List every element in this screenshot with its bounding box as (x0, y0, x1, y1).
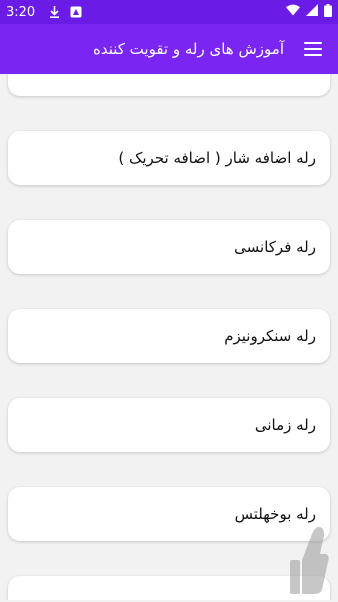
app-notification-icon (70, 6, 82, 18)
status-bar: 3:20 (0, 0, 338, 24)
download-icon (49, 6, 60, 18)
wifi-icon (286, 4, 300, 20)
list-item[interactable]: رله زمانی (8, 398, 330, 452)
list-item[interactable] (8, 576, 330, 600)
menu-icon[interactable] (304, 42, 322, 56)
thumb-up-icon (286, 520, 330, 598)
signal-icon (306, 4, 318, 20)
list-item[interactable]: رله فرکانسی (8, 220, 330, 274)
battery-icon (324, 3, 332, 21)
list-item-label: رله سنکرونیزم (224, 327, 316, 345)
list-item-label: رله زمانی (254, 416, 316, 434)
status-time: 3:20 (6, 4, 36, 20)
list-item[interactable] (8, 74, 330, 96)
list-item[interactable]: رله اضافه شار ( اضافه تحریک ) (8, 131, 330, 185)
app-bar: آموزش های رله و تقویت کننده (0, 24, 338, 74)
list-item-label: رله فرکانسی (234, 238, 316, 256)
list-item[interactable]: رله بوخهلتس (8, 487, 330, 541)
list-item[interactable]: رله سنکرونیزم (8, 309, 330, 363)
list-item-label: رله اضافه شار ( اضافه تحریک ) (118, 149, 316, 167)
app-title: آموزش های رله و تقویت کننده (92, 40, 284, 58)
